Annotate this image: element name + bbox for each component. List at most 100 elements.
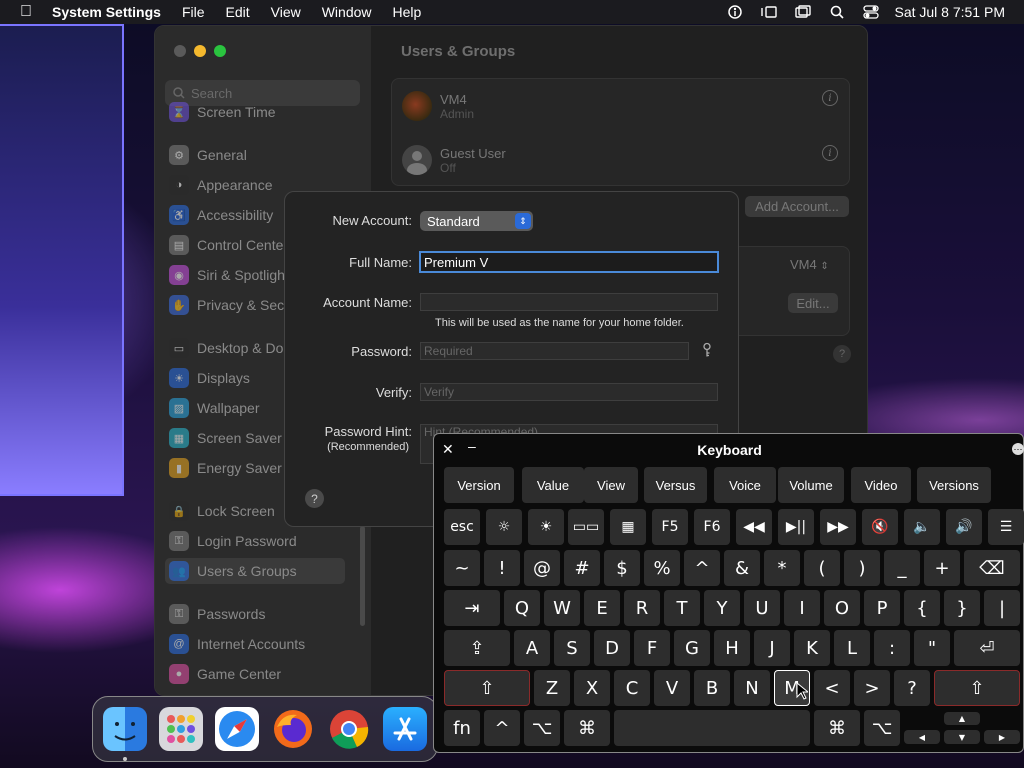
suggestion-video[interactable]: Video (851, 467, 911, 503)
key-z[interactable]: Z (534, 670, 570, 706)
sidebar-item-screen-time[interactable]: ⌛ Screen Time (169, 99, 359, 125)
option-key[interactable]: ⌥ (524, 710, 560, 746)
key-w[interactable]: W (544, 590, 580, 626)
control-center-icon[interactable] (854, 0, 888, 24)
suggestion-value[interactable]: Value (522, 467, 584, 503)
key-u[interactable]: U (744, 590, 780, 626)
caps-lock-key[interactable]: ⇪ (444, 630, 510, 666)
key-sym-10[interactable]: " (914, 630, 950, 666)
close-window-button[interactable] (174, 45, 186, 57)
sidebar-item-users-groups[interactable]: 👥 Users & Groups (165, 558, 345, 584)
key-row1-9[interactable]: ( (804, 550, 840, 586)
command-key-right[interactable]: ⌘ (814, 710, 860, 746)
account-type-select[interactable]: Standard ⇕ (420, 211, 533, 231)
info-icon[interactable]: i (822, 90, 838, 106)
key-sym-9[interactable]: ? (894, 670, 930, 706)
key-d[interactable]: D (594, 630, 630, 666)
key-sym-12[interactable]: | (984, 590, 1020, 626)
suggestion-voice[interactable]: Voice (714, 467, 776, 503)
space-key[interactable] (614, 710, 810, 746)
key-row1-1[interactable]: ! (484, 550, 520, 586)
key-sym-11[interactable]: } (944, 590, 980, 626)
suggestion-version[interactable]: Version (444, 467, 514, 503)
key-y[interactable]: Y (704, 590, 740, 626)
account-name-field[interactable] (420, 293, 718, 311)
key-row1-5[interactable]: % (644, 550, 680, 586)
key-row1-11[interactable]: _ (884, 550, 920, 586)
control-key[interactable]: ^ (484, 710, 520, 746)
key-row1-6[interactable]: ^ (684, 550, 720, 586)
arrow-left-key[interactable]: ◀ (904, 730, 940, 744)
key-s[interactable]: S (554, 630, 590, 666)
key-j[interactable]: J (754, 630, 790, 666)
option-key-right[interactable]: ⌥ (864, 710, 900, 746)
safari-app-icon[interactable] (215, 707, 259, 751)
app-store-app-icon[interactable] (383, 707, 427, 751)
list-icon[interactable]: ☰ (988, 509, 1024, 545)
arrow-right-key[interactable]: ▶ (984, 730, 1020, 744)
key-row1-4[interactable]: $ (604, 550, 640, 586)
menu-view[interactable]: View (271, 4, 301, 20)
key-a[interactable]: A (514, 630, 550, 666)
suggestion-versus[interactable]: Versus (644, 467, 707, 503)
menu-help[interactable]: Help (393, 4, 422, 20)
arrow-up-key[interactable]: ▲ (944, 712, 980, 725)
launchpad-icon[interactable]: ▦ (610, 509, 646, 545)
suggestion-volume[interactable]: Volume (778, 467, 844, 503)
add-account-button[interactable]: Add Account... (745, 196, 849, 217)
menubar-clock[interactable]: Sat Jul 8 7:51 PM (888, 4, 1024, 20)
key-f[interactable]: F (634, 630, 670, 666)
key-n[interactable]: N (734, 670, 770, 706)
key-sym-10[interactable]: { (904, 590, 940, 626)
full-name-field[interactable]: Premium V (419, 251, 719, 273)
right-shift-key[interactable]: ⇧ (934, 670, 1020, 706)
help-button[interactable]: ? (833, 345, 851, 363)
key-v[interactable]: V (654, 670, 690, 706)
return-key[interactable]: ⏎ (954, 630, 1020, 666)
stage-manager-icon[interactable] (752, 0, 786, 24)
menu-window[interactable]: Window (322, 4, 372, 20)
key-r[interactable]: R (624, 590, 660, 626)
volume-up-icon[interactable]: 🔊 (946, 509, 982, 545)
tab-key[interactable]: ⇥ (444, 590, 500, 626)
apple-icon[interactable]:  (20, 3, 32, 21)
key-i[interactable]: I (784, 590, 820, 626)
f6-key[interactable]: F6 (694, 509, 730, 545)
key-sym-7[interactable]: < (814, 670, 850, 706)
mission-control-icon[interactable]: ▭▭ (568, 509, 604, 545)
command-key[interactable]: ⌘ (564, 710, 610, 746)
volume-down-icon[interactable]: 🔈 (904, 509, 940, 545)
key-row1-3[interactable]: # (564, 550, 600, 586)
fast-forward-icon[interactable]: ▶▶ (820, 509, 856, 545)
menu-edit[interactable]: Edit (226, 4, 250, 20)
key-q[interactable]: Q (504, 590, 540, 626)
f5-key[interactable]: F5 (652, 509, 688, 545)
key-e[interactable]: E (584, 590, 620, 626)
key-k[interactable]: K (794, 630, 830, 666)
finder-app-icon[interactable] (103, 707, 147, 751)
dialog-help-button[interactable]: ? (305, 489, 324, 508)
key-p[interactable]: P (864, 590, 900, 626)
brightness-down-icon[interactable]: ☼ (486, 509, 522, 545)
auto-login-select[interactable]: VM4 ⇕ (790, 257, 829, 272)
minimize-window-button[interactable] (194, 45, 206, 57)
key-row1-2[interactable]: @ (524, 550, 560, 586)
sidebar-item-general[interactable]: ⚙ General (169, 142, 359, 168)
key-row1-0[interactable]: ~ (444, 550, 480, 586)
key-row1-8[interactable]: * (764, 550, 800, 586)
menu-app-name[interactable]: System Settings (52, 4, 161, 20)
window-icon[interactable] (786, 0, 820, 24)
key-sym-8[interactable]: > (854, 670, 890, 706)
accessibility-icon[interactable] (718, 0, 752, 24)
rewind-icon[interactable]: ◀◀ (736, 509, 772, 545)
key-l[interactable]: L (834, 630, 870, 666)
password-field[interactable]: Required (420, 342, 689, 360)
user-row-guest[interactable]: Guest User Off (402, 135, 506, 185)
launchpad-app-icon[interactable] (159, 707, 203, 751)
brightness-up-icon[interactable]: ☀ (528, 509, 564, 545)
sidebar-item-login-password[interactable]: ⚿ Login Password (169, 528, 359, 554)
key-o[interactable]: O (824, 590, 860, 626)
mute-icon[interactable]: 🔇 (862, 509, 898, 545)
sidebar-item-game-center[interactable]: ● Game Center (169, 661, 359, 687)
suggestion-view[interactable]: View (584, 467, 638, 503)
